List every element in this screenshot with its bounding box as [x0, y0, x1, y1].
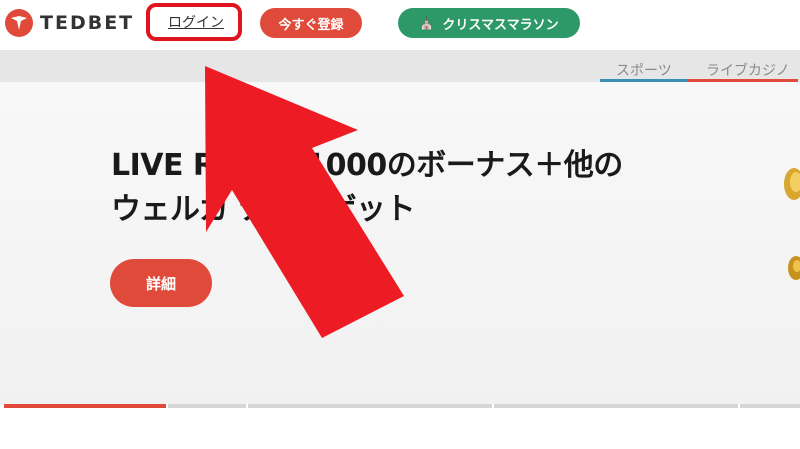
brand-name: TEDBET [40, 12, 135, 34]
decor-coin-icon [784, 168, 800, 200]
christmas-tree-icon: ⛪ [419, 16, 435, 30]
christmas-marathon-label: クリスマスマラソン [442, 17, 559, 33]
top-header: TEDBET ログイン 今すぐ登録 ⛪ クリスマスマラソン [0, 0, 800, 50]
hero-title: LIVE R E へ¥1000のボーナス＋他の ウェルカ ナスをゲット [111, 144, 623, 232]
hero-title-line-2: ウェルカ ナスをゲット [111, 192, 416, 227]
slider-indicator[interactable] [740, 404, 800, 408]
slider-indicator[interactable] [248, 404, 492, 408]
christmas-marathon-button[interactable]: ⛪ クリスマスマラソン [398, 8, 580, 38]
tab-live-casino[interactable]: ライブカジノ [706, 60, 790, 80]
login-highlight-annotation [146, 3, 242, 41]
tedbet-logo-icon [5, 9, 33, 37]
promo-hero-banner: LIVE R E へ¥1000のボーナス＋他の ウェルカ ナスをゲット 詳細 [0, 82, 800, 404]
tedbet-logo[interactable]: TEDBET [4, 8, 134, 38]
register-now-label: 今すぐ登録 [278, 17, 344, 33]
register-now-button[interactable]: 今すぐ登録 [260, 8, 362, 38]
slider-indicator[interactable] [494, 404, 738, 408]
tab-sports[interactable]: スポーツ [616, 60, 672, 80]
decor-coin-icon [788, 256, 800, 280]
details-label: 詳細 [145, 274, 176, 293]
slider-progress [0, 404, 800, 408]
slider-indicator[interactable] [4, 404, 166, 408]
hero-title-line-1: LIVE R E へ¥1000のボーナス＋他の [111, 148, 623, 183]
details-button[interactable]: 詳細 [110, 259, 212, 307]
category-subnav: スポーツ ライブカジノ [0, 50, 800, 82]
slider-indicator[interactable] [168, 404, 246, 408]
